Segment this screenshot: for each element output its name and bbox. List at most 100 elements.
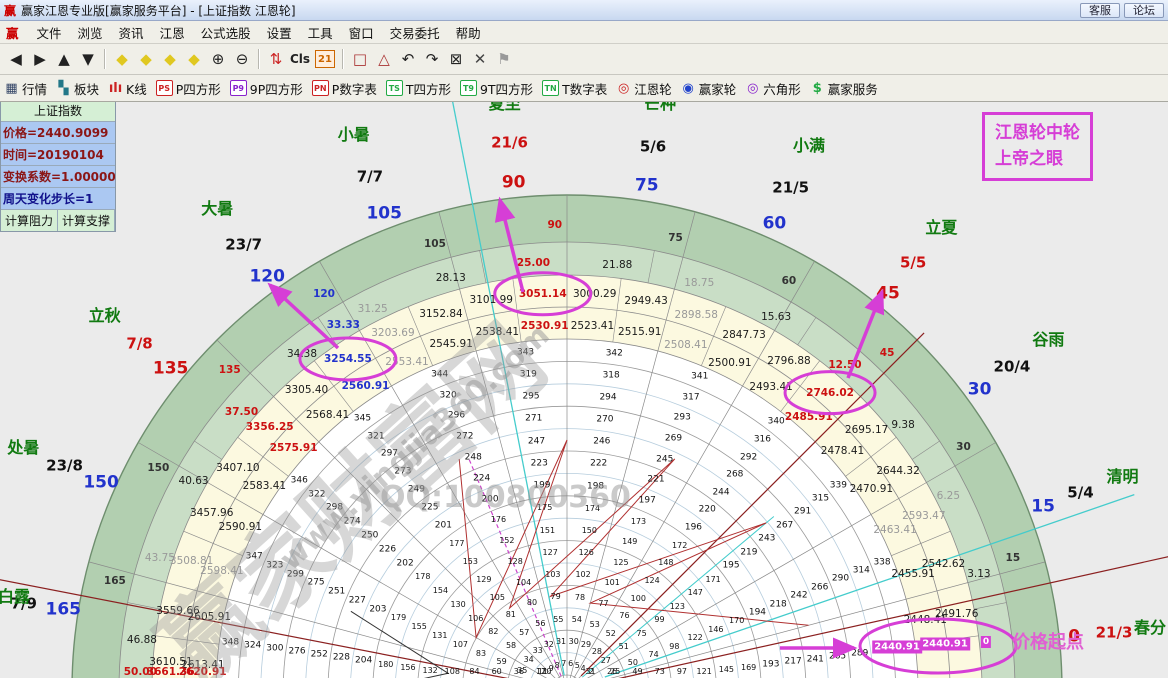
zoom-out-icon[interactable]: ⊖ [230,48,254,70]
nav-back-icon[interactable]: ◀ [4,48,28,70]
calendar-21-icon[interactable]: 21 [315,50,335,68]
ribbon-item-winner-wheel[interactable]: ◉赢家轮 [681,79,737,98]
menu-item-窗口[interactable]: 窗口 [341,21,382,44]
pin-icon[interactable]: ⚑ [492,48,516,70]
price-origin-cell: 2440.91 [920,638,970,651]
menu-bar: 赢 文件浏览资讯江恩公式选股设置工具窗口交易委托帮助 [0,21,1168,44]
menu-item-帮助[interactable]: 帮助 [448,21,489,44]
ribbon-item-sectors[interactable]: ▚板块 [56,79,99,98]
ribbon-item-p-square[interactable]: PSP四方形 [156,79,221,98]
nav-forward-icon[interactable]: ▶ [28,48,52,70]
panel-buttons: 计算阻力计算支撑 [1,210,115,231]
ribbon-label: T数字表 [562,79,607,98]
updown-arrows-icon[interactable]: ⇅ [264,48,288,70]
window-chrome: 赢 赢家江恩专业版[赢家服务平台] - [上证指数 江恩轮] 客服论坛 赢 文件… [0,0,1168,102]
menu-logo-icon: 赢 [6,23,19,42]
toolbar-separator [342,49,344,69]
annotation-box-line: 江恩轮中轮 [995,121,1080,147]
ribbon-label: 江恩轮 [634,79,672,98]
price-origin-cell: 0 [981,636,991,648]
diamond-left-icon[interactable]: ◆ [110,48,134,70]
main-toolbar: ◀▶▲▼◆◆◆◆⊕⊖⇅Cls21□△↶↷⊠✕⚑ [0,44,1168,75]
menu-item-设置[interactable]: 设置 [259,21,300,44]
boxed-x-icon[interactable]: ⊠ [444,48,468,70]
zoom-in-icon[interactable]: ⊕ [206,48,230,70]
menu-item-浏览[interactable]: 浏览 [70,21,111,44]
p-table-icon: PN [312,80,329,96]
winner-wheel-icon: ◉ [681,81,696,95]
ribbon-item-hexagon[interactable]: ◎六角形 [745,79,801,98]
diamond-down-icon[interactable]: ◆ [182,48,206,70]
title-buttons: 客服论坛 [1080,3,1168,18]
index-info-panel: 上证指数 价格=2440.9099时间=20190104变换系数=1.00000… [0,99,116,232]
ribbon-item-9t-square[interactable]: T99T四方形 [460,79,533,98]
ribbon-label: 板块 [74,79,99,98]
ribbon-label: 赢家服务 [828,79,878,98]
menu-item-资讯[interactable]: 资讯 [111,21,152,44]
forum-button[interactable]: 论坛 [1124,3,1164,18]
menu-item-公式选股[interactable]: 公式选股 [193,21,259,44]
kline-icon: ılı [108,81,123,95]
triangle-tool-icon[interactable]: △ [372,48,396,70]
ribbon-item-p-table[interactable]: PNP数字表 [312,79,377,98]
toolbar-separator [258,49,260,69]
winner-service-icon: $ [810,81,825,95]
window-title: 赢家江恩专业版[赢家服务平台] - [上证指数 江恩轮] [21,2,1080,19]
ribbon-item-gann-wheel[interactable]: ◎江恩轮 [616,79,672,98]
ribbon-label: K线 [126,79,147,98]
diamond-up-icon[interactable]: ◆ [158,48,182,70]
rotate-ccw-icon[interactable]: ↶ [396,48,420,70]
panel-value-row: 变换系数=1.00000 [1,166,115,188]
ribbon-label: P四方形 [176,79,221,98]
hexagon-icon: ◎ [745,81,760,95]
rotate-cw-icon[interactable]: ↷ [420,48,444,70]
sectors-icon: ▚ [56,81,71,95]
panel-value-row: 周天变化步长=1 [1,188,115,210]
ribbon-label: 行情 [22,79,47,98]
panel-rows: 价格=2440.9099时间=20190104变换系数=1.00000周天变化步… [1,122,115,210]
nav-up-icon[interactable]: ▲ [52,48,76,70]
ribbon-label: P数字表 [332,79,377,98]
ribbon-item-9p-square[interactable]: P99P四方形 [230,79,303,98]
ribbon-item-t-square[interactable]: TST四方形 [386,79,451,98]
calc-resistance-button[interactable]: 计算阻力 [1,210,58,231]
ribbon-label: 9T四方形 [480,79,533,98]
app-window: 015304560759010512013515016521/35/420/45… [0,0,1168,678]
menu-item-工具[interactable]: 工具 [300,21,341,44]
square-tool-icon[interactable]: □ [348,48,372,70]
diamond-right-icon[interactable]: ◆ [134,48,158,70]
menu-item-文件[interactable]: 文件 [29,21,70,44]
p-square-icon: PS [156,80,173,96]
price-origin-cell: 2440.91 [872,641,922,654]
ribbon-item-quotes[interactable]: ▦行情 [4,79,47,98]
menu-item-江恩[interactable]: 江恩 [152,21,193,44]
ribbon-label: T四方形 [406,79,451,98]
app-logo-icon: 赢 [4,2,16,19]
panel-title: 上证指数 [1,100,115,122]
9t-square-icon: T9 [460,80,477,96]
support-button[interactable]: 客服 [1080,3,1120,18]
ribbon-label: 9P四方形 [250,79,303,98]
center-mark-icon[interactable]: ✕ [468,48,492,70]
ribbon-item-winner-service[interactable]: $赢家服务 [810,79,878,98]
9p-square-icon: P9 [230,80,247,96]
ribbon-item-t-table[interactable]: TNT数字表 [542,79,607,98]
ribbon-label: 六角形 [763,79,801,98]
ribbon-item-kline[interactable]: ılıK线 [108,79,147,98]
title-bar: 赢 赢家江恩专业版[赢家服务平台] - [上证指数 江恩轮] 客服论坛 [0,0,1168,21]
tools-ribbon: ▦行情 ▚板块 ılıK线 PSP四方形 P99P四方形 PNP数字表 TST四方形 T99T… [0,75,1168,102]
gann-wheel-icon: ◎ [616,81,631,95]
panel-value-row: 时间=20190104 [1,144,115,166]
t-table-icon: TN [542,80,559,96]
annotation-box: 江恩轮中轮上帝之眼 [982,112,1093,181]
panel-value-row: 价格=2440.9099 [1,122,115,144]
toolbar-separator [104,49,106,69]
annotation-box-line: 上帝之眼 [995,147,1080,173]
price-origin-label: 价格起点 [1012,628,1084,654]
t-square-icon: TS [386,80,403,96]
calc-support-button[interactable]: 计算支撑 [58,210,115,231]
cls-button[interactable]: Cls [288,48,312,70]
nav-down-icon[interactable]: ▼ [76,48,100,70]
ribbon-label: 赢家轮 [699,79,737,98]
menu-item-交易委托[interactable]: 交易委托 [382,21,448,44]
